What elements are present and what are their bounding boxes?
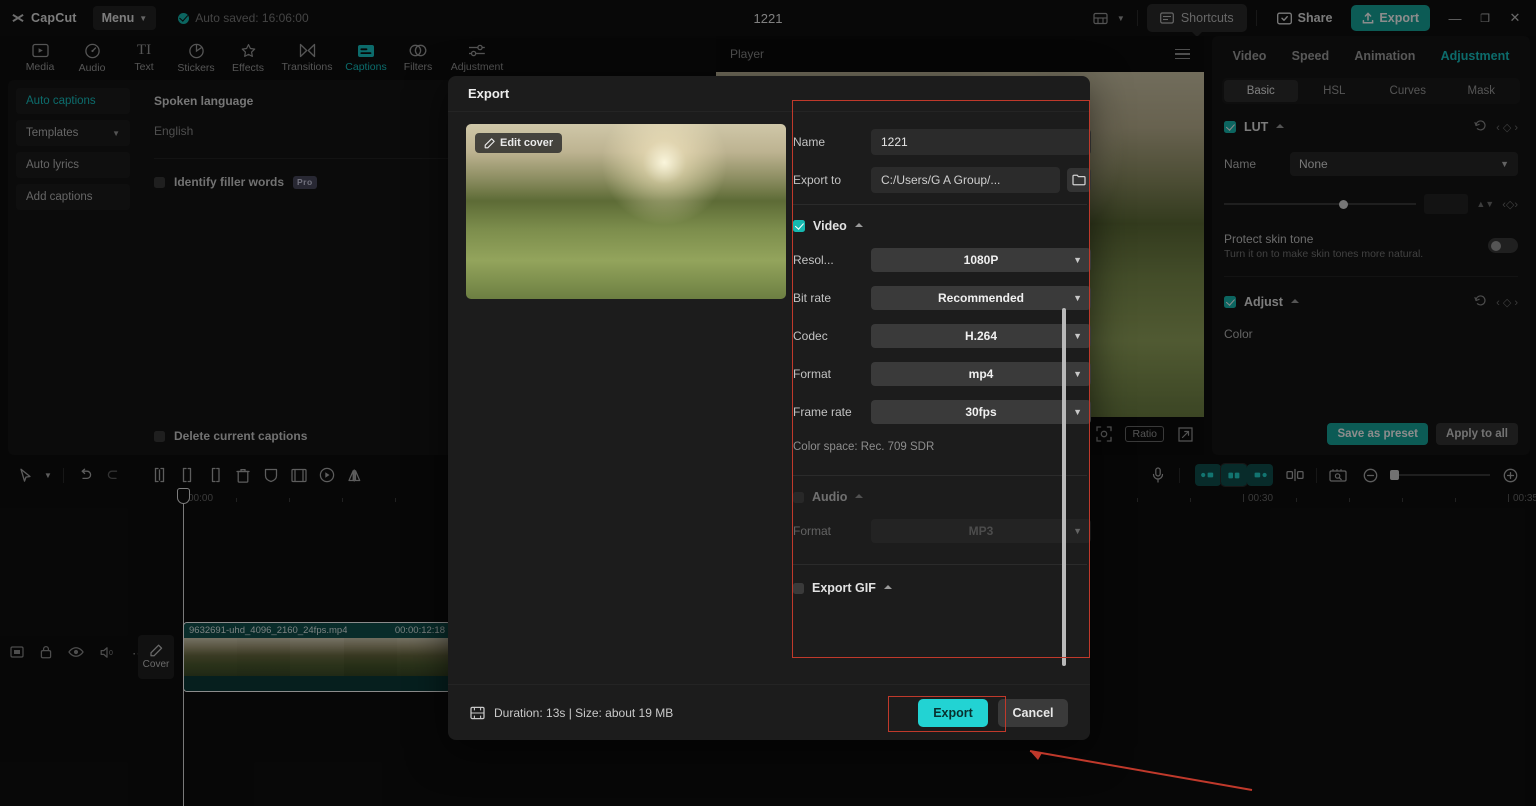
video-section-title: Video xyxy=(813,219,847,233)
folder-icon xyxy=(1072,174,1086,186)
footer-buttons: Export Cancel xyxy=(918,698,1068,727)
video-checkbox[interactable] xyxy=(793,220,805,232)
chevron-down-icon: ▼ xyxy=(1073,526,1082,536)
color-space-info: Color space: Rec. 709 SDR xyxy=(793,441,935,453)
framerate-label: Frame rate xyxy=(793,405,852,419)
export-dialog-title: Export xyxy=(448,76,1090,112)
framerate-value: 30fps xyxy=(965,405,997,419)
duration-text: Duration: 13s | Size: about 19 MB xyxy=(494,705,674,720)
export-to-label: Export to xyxy=(793,173,842,187)
audio-section-title: Audio xyxy=(812,490,848,504)
bitrate-label: Bit rate xyxy=(793,291,832,305)
duration-info: Duration: 13s | Size: about 19 MB xyxy=(470,706,673,720)
gif-section-header: Export GIF xyxy=(793,581,1091,595)
chevron-down-icon: ▼ xyxy=(1073,331,1082,341)
framerate-row: Frame rate 30fps ▼ xyxy=(793,399,1091,425)
browse-folder-button[interactable] xyxy=(1067,168,1091,192)
audio-format-select[interactable]: MP3 ▼ xyxy=(871,519,1091,543)
format-select[interactable]: mp4 ▼ xyxy=(871,362,1091,386)
caret-up-icon-2[interactable] xyxy=(855,493,864,498)
edit-cover-label: Edit cover xyxy=(500,137,554,149)
audio-section-header: Audio xyxy=(793,490,1091,504)
format-value: mp4 xyxy=(968,367,994,381)
edit-cover-button[interactable]: Edit cover xyxy=(475,133,563,153)
codec-label: Codec xyxy=(793,329,828,343)
name-label: Name xyxy=(793,135,826,149)
edit-pencil-icon xyxy=(484,137,495,148)
scrollbar-thumb[interactable] xyxy=(1062,308,1066,666)
audio-format-label: Format xyxy=(793,524,832,538)
film-icon xyxy=(470,706,485,719)
resolution-select[interactable]: 1080P ▼ xyxy=(871,248,1091,272)
export-dialog: Export Edit cover Name 1221 Export to C:… xyxy=(448,76,1091,740)
chevron-down-icon: ▼ xyxy=(1073,407,1082,417)
caret-up-icon[interactable] xyxy=(854,222,863,227)
bitrate-row: Bit rate Recommended ▼ xyxy=(793,285,1091,311)
resolution-row: Resol... 1080P ▼ xyxy=(793,247,1091,273)
chevron-down-icon: ▼ xyxy=(1073,293,1082,303)
bitrate-value: Recommended xyxy=(937,291,1025,305)
resolution-value: 1080P xyxy=(963,253,999,267)
caret-up-icon-3[interactable] xyxy=(883,584,892,589)
gif-section-title: Export GIF xyxy=(812,581,876,595)
resolution-label: Resol... xyxy=(793,253,834,267)
export-dialog-footer: Duration: 13s | Size: about 19 MB Export… xyxy=(448,684,1090,740)
bitrate-select[interactable]: Recommended ▼ xyxy=(871,286,1091,310)
export-confirm-button[interactable]: Export xyxy=(918,698,988,727)
divider-3 xyxy=(793,564,1087,565)
form-scrollbar[interactable] xyxy=(1062,308,1066,666)
codec-select[interactable]: H.264 ▼ xyxy=(871,324,1091,348)
name-row: Name 1221 xyxy=(793,128,1091,156)
export-to-row: Export to C:/Users/G A Group/... xyxy=(793,166,1091,194)
format-label: Format xyxy=(793,367,832,381)
divider-2 xyxy=(793,475,1087,476)
video-section-header: Video xyxy=(793,219,1091,233)
name-input[interactable]: 1221 xyxy=(871,129,1091,155)
audio-checkbox[interactable] xyxy=(793,491,804,503)
chevron-down-icon: ▼ xyxy=(1073,255,1082,265)
format-row: Format mp4 ▼ xyxy=(793,361,1091,387)
chevron-down-icon: ▼ xyxy=(1073,369,1082,379)
codec-value: H.264 xyxy=(964,329,998,343)
framerate-select[interactable]: 30fps ▼ xyxy=(871,400,1091,424)
cancel-button[interactable]: Cancel xyxy=(998,698,1068,727)
export-form: Name 1221 Export to C:/Users/G A Group/.… xyxy=(793,114,1091,660)
divider xyxy=(793,204,1087,205)
export-to-input[interactable]: C:/Users/G A Group/... xyxy=(871,167,1060,193)
codec-row: Codec H.264 ▼ xyxy=(793,323,1091,349)
cover-preview: Edit cover xyxy=(466,124,786,299)
audio-format-row: Format MP3 ▼ xyxy=(793,518,1091,544)
audio-format-value: MP3 xyxy=(968,524,994,538)
gif-checkbox[interactable] xyxy=(793,582,804,594)
